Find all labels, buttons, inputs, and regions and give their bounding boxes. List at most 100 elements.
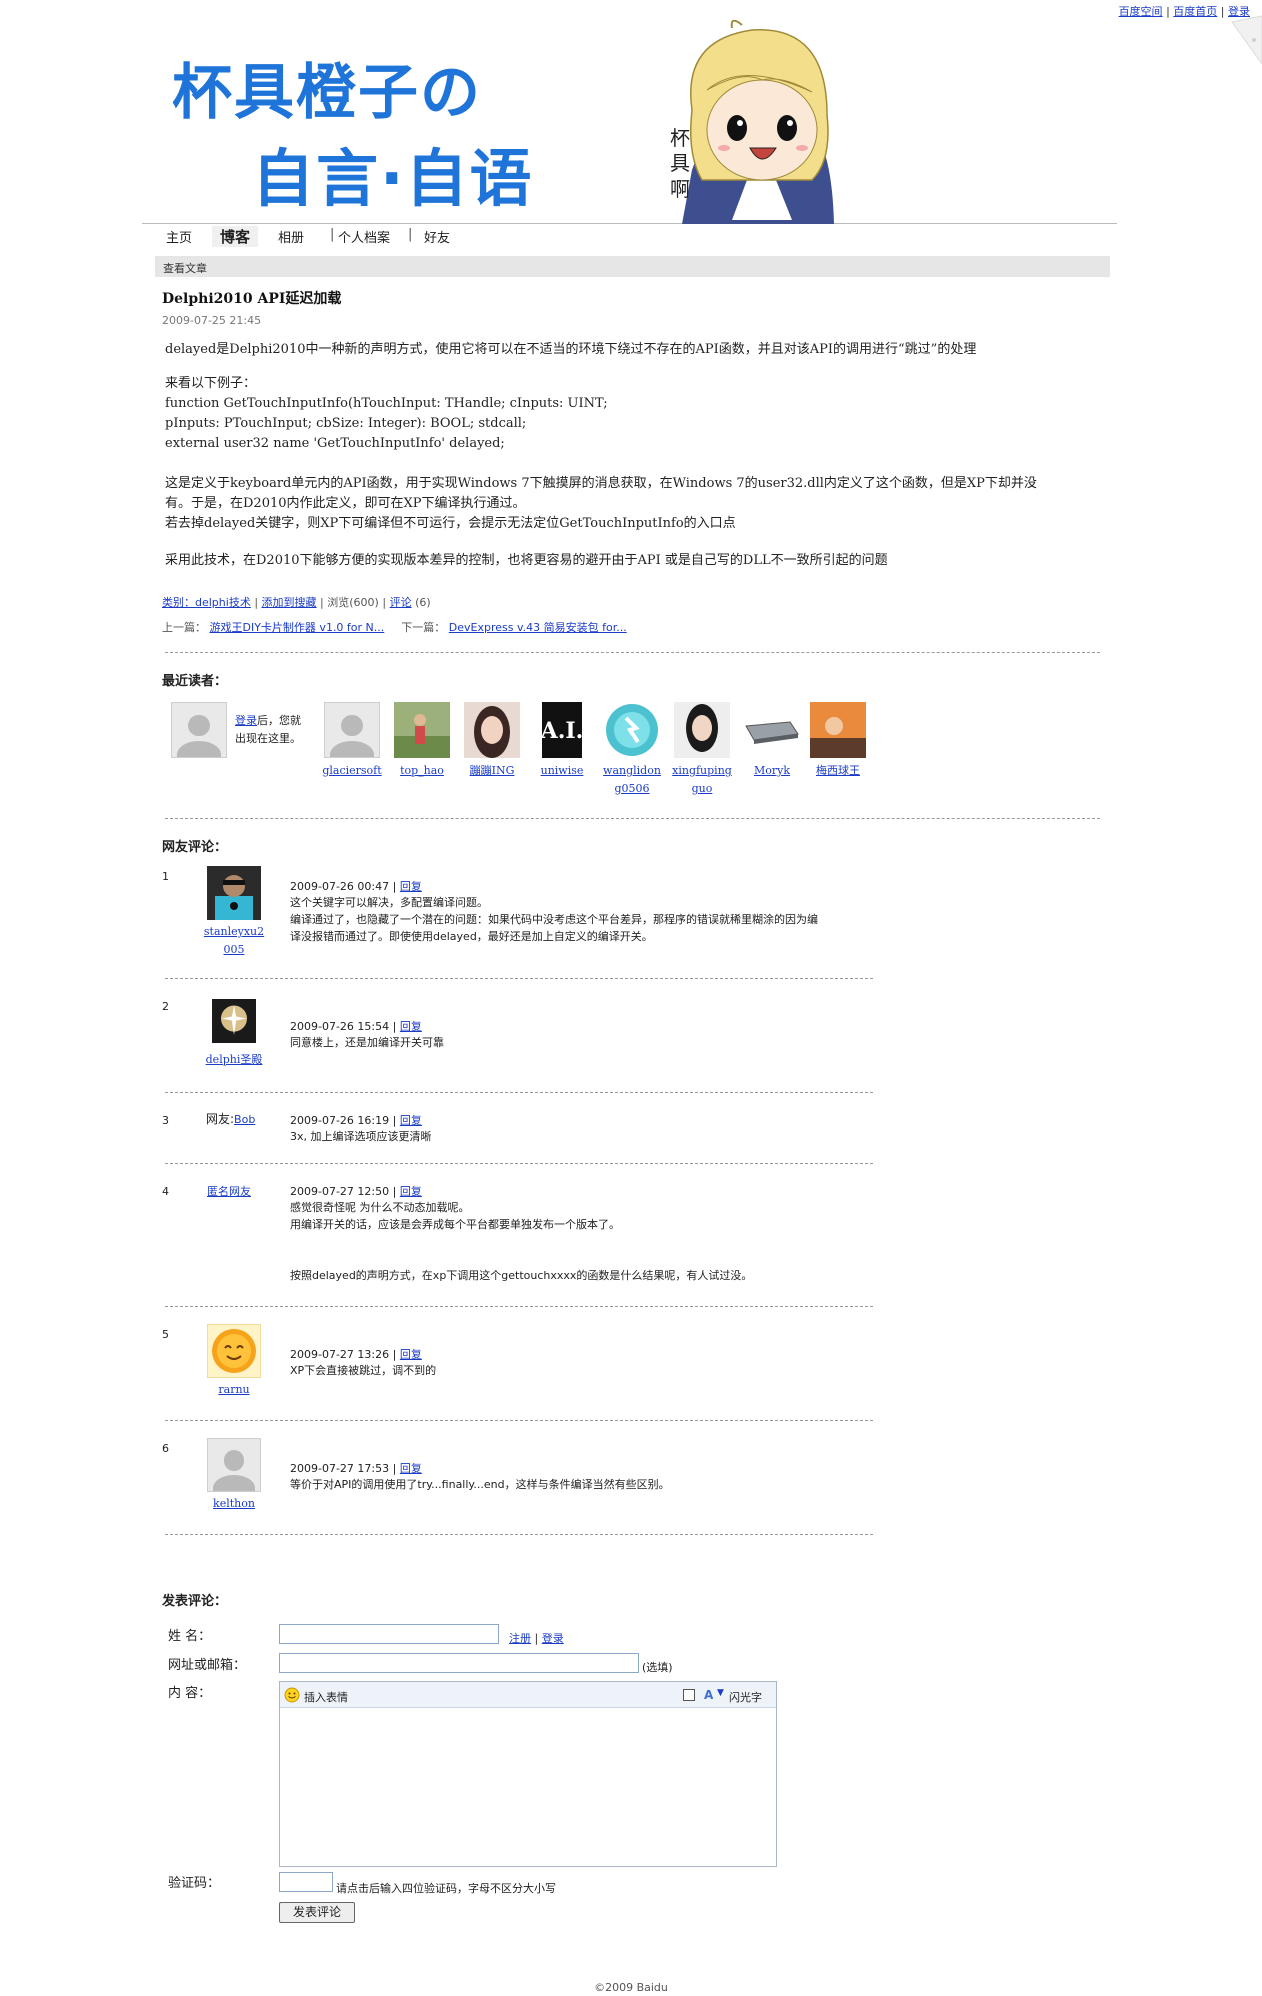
reader-name[interactable]: top_hao [389, 762, 455, 780]
nav-item-album[interactable]: 相册 [278, 227, 304, 246]
comment-user: 匿名网友 [207, 1183, 251, 1199]
name-label: 姓 名： [168, 1629, 212, 1644]
orange-avatar-icon [207, 1324, 261, 1378]
reader-item[interactable]: glaciersoft [319, 702, 385, 780]
baidu-space-link[interactable]: 百度空间 [1119, 5, 1163, 18]
reader-item[interactable]: top_hao [389, 702, 455, 780]
content-editor[interactable]: 插入表情 A ▼ 闪光字 [279, 1681, 777, 1867]
smiley-icon[interactable] [284, 1687, 300, 1703]
comment-user[interactable]: rarnu [199, 1324, 269, 1399]
photo-avatar-icon [464, 702, 520, 758]
default-avatar-icon [207, 1438, 261, 1492]
photo-avatar-icon [810, 702, 866, 758]
readers-heading: 最近读者： [162, 674, 228, 689]
comment-date: 2009-07-26 00:47 | 回复 [290, 880, 422, 893]
comment-user-name[interactable]: kelthon [199, 1495, 269, 1513]
reader-name[interactable]: Moryk [739, 762, 805, 780]
content-label: 内 容： [168, 1686, 212, 1701]
text-line: 这是定义于keyboard单元内的API函数，用于实现Windows 7下触摸屏… [165, 476, 1037, 491]
next-post-link[interactable]: DevExpress v.43 简易安装包 for... [449, 621, 627, 634]
divider [165, 978, 873, 979]
post-date: 2009-07-25 21:45 [162, 314, 262, 327]
default-avatar-icon [171, 702, 227, 758]
reader-item[interactable]: xingfuping guo [669, 702, 735, 798]
prev-post-link[interactable]: 游戏王DIY卡片制作器 v1.0 for N... [210, 621, 385, 634]
code-line: pInputs: PTouchInput; cbSize: Integer): … [165, 416, 527, 431]
comment-user-name[interactable]: rarnu [199, 1381, 269, 1399]
divider [165, 1092, 873, 1093]
comment-user-name[interactable]: delphi圣殿 [199, 1051, 269, 1069]
prev-label: 上一篇： [162, 621, 206, 634]
reader-item[interactable]: 蹦蹦ING [459, 702, 525, 780]
comment-user-name[interactable]: stanleyxu2 005 [199, 923, 269, 959]
comment-number: 5 [162, 1328, 169, 1341]
reader-name[interactable]: uniwise [529, 762, 595, 780]
nav-item-friends[interactable]: 好友 [424, 227, 450, 246]
reader-item[interactable]: 梅西球王 [805, 702, 871, 780]
reader-name[interactable]: 梅西球王 [805, 762, 871, 780]
comment-user-name[interactable]: 匿名网友 [207, 1185, 251, 1198]
reader-name[interactable]: xingfuping guo [669, 762, 735, 798]
editor-toolbar: 插入表情 A ▼ 闪光字 [280, 1682, 776, 1708]
captcha-input[interactable] [279, 1872, 333, 1892]
reply-link[interactable]: 回复 [400, 1348, 422, 1361]
blog-title-line1: 杯具橙子の [172, 58, 482, 128]
reader-name[interactable]: 蹦蹦ING [459, 762, 525, 780]
user-avatar-icon [212, 999, 256, 1043]
reader-item[interactable]: wanglidon g0506 [599, 702, 665, 798]
comment-user[interactable]: stanleyxu2 005 [199, 866, 269, 959]
reader-login-link[interactable]: 登录 [235, 714, 257, 727]
comment-text: 感觉很奇怪呢 为什么不动态加载呢。 用编译开关的话，应该是会弄成每个平台都要单独… [290, 1201, 753, 1282]
comment-number: 6 [162, 1442, 169, 1455]
flash-text-checkbox[interactable] [683, 1689, 695, 1701]
text-line: 有。于是，在D2010内作此定义，即可在XP下编译执行通过。 [165, 496, 526, 511]
comment-date: 2009-07-26 16:19 | 回复 [290, 1114, 422, 1127]
reply-link[interactable]: 回复 [400, 1462, 422, 1475]
comment-text: XP下会直接被跳过，调不到的 [290, 1364, 437, 1377]
nav-item-blog[interactable]: 博客 [212, 226, 259, 247]
mascot-image: 杯 具 啊 [670, 20, 834, 224]
divider [165, 818, 1100, 819]
register-link[interactable]: 注册 [509, 1632, 531, 1645]
chevron-down-icon[interactable]: ▼ [717, 1688, 724, 1698]
post-nav: 上一篇： 游戏王DIY卡片制作器 v1.0 for N... 下一篇： DevE… [162, 619, 627, 635]
comment-user[interactable]: kelthon [199, 1438, 269, 1513]
optional-note: (选填) [642, 1661, 673, 1674]
nav-item-profile[interactable]: 个人档案 [338, 227, 390, 246]
comment-user[interactable]: delphi圣殿 [199, 994, 269, 1069]
comment-date: 2009-07-27 17:53 | 回复 [290, 1462, 422, 1475]
comments-link[interactable]: 评论 [390, 596, 412, 609]
mascot-text-2: 具 [670, 151, 690, 175]
meta-sep: | [382, 596, 387, 609]
comment-user-name[interactable]: Bob [234, 1113, 255, 1126]
submit-comment-button[interactable]: 发表评论 [279, 1902, 355, 1923]
auth-sep: | [534, 1632, 539, 1645]
category-link[interactable]: 类别：delphi技术 [162, 596, 251, 609]
mascot-text-1: 杯 [670, 126, 690, 150]
reply-link[interactable]: 回复 [400, 1020, 422, 1033]
baidu-home-link[interactable]: 百度首页 [1173, 5, 1217, 18]
reply-link[interactable]: 回复 [400, 1185, 422, 1198]
form-login-link[interactable]: 登录 [542, 1632, 564, 1645]
divider [165, 652, 1100, 653]
url-input[interactable] [279, 1653, 639, 1673]
footer-copyright: ©2009 Baidu [594, 1981, 668, 1994]
name-input[interactable] [279, 1624, 499, 1644]
comments-heading: 网友评论： [162, 840, 228, 855]
reader-name[interactable]: wanglidon g0506 [599, 762, 665, 798]
comment-text: 等价于对API的调用使用了try...finally...end，这样与条件编译… [290, 1478, 670, 1491]
add-favorite-link[interactable]: 添加到搜藏 [262, 596, 317, 609]
reader-item[interactable]: A.I. uniwise [529, 702, 595, 780]
reply-link[interactable]: 回复 [400, 880, 422, 893]
login-prompt-text-2: 出现在这里。 [235, 732, 301, 745]
reply-link[interactable]: 回复 [400, 1114, 422, 1127]
default-avatar-icon [324, 702, 380, 758]
photo-avatar-icon [674, 702, 730, 758]
code-line: 来看以下例子： [165, 376, 257, 391]
font-color-icon[interactable]: A [702, 1688, 716, 1702]
reader-item[interactable]: Moryk [739, 702, 805, 780]
insert-emoji-button[interactable]: 插入表情 [304, 1689, 348, 1705]
post-title: Delphi2010 API延迟加载 [162, 291, 342, 307]
nav-item-home[interactable]: 主页 [166, 227, 192, 246]
reader-name[interactable]: glaciersoft [319, 762, 385, 780]
